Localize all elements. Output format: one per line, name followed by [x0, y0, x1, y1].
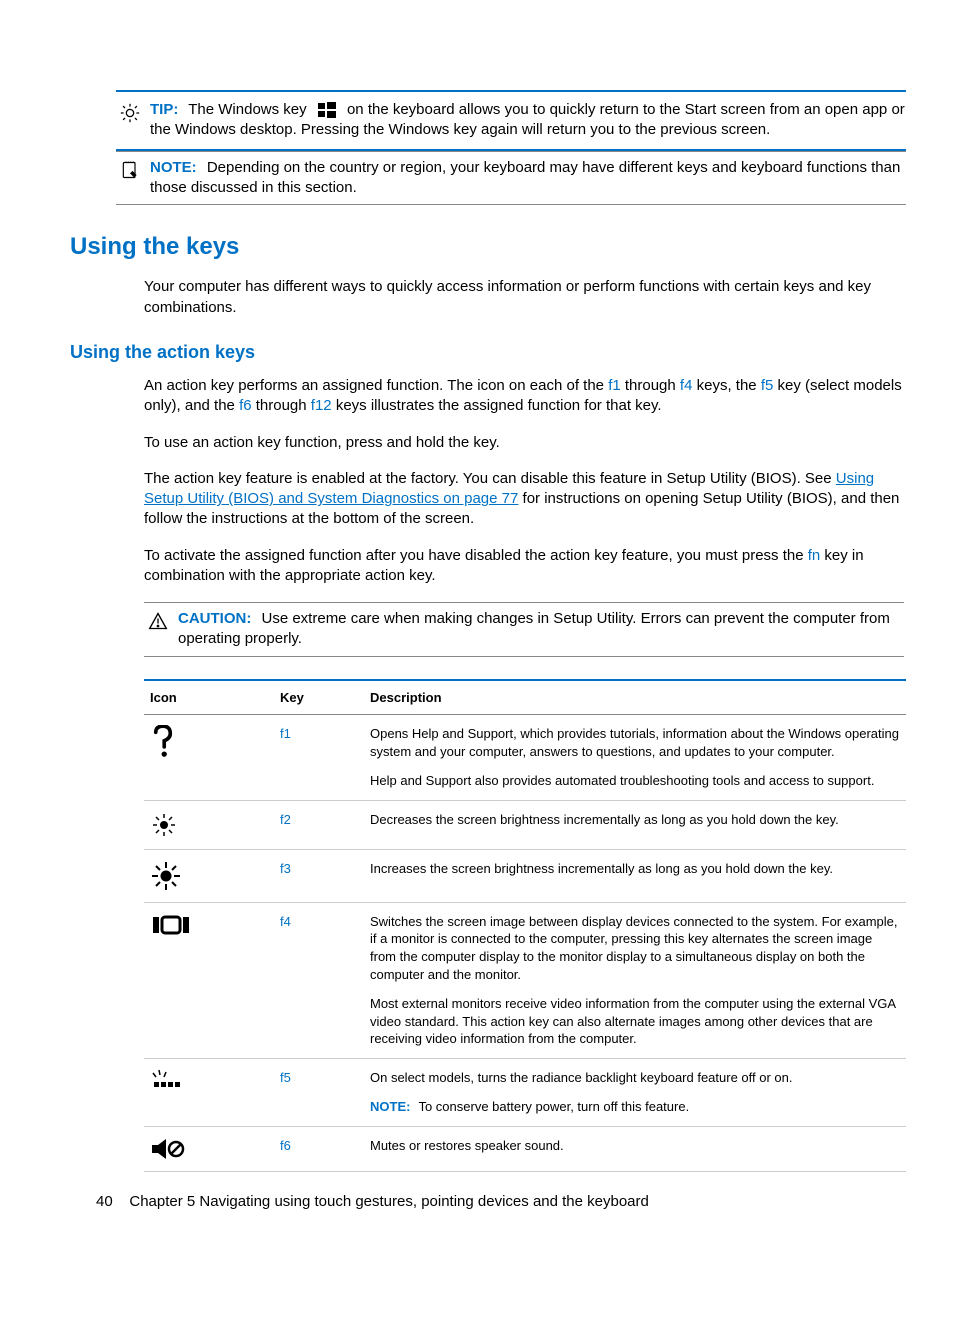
- table-row: f1 Opens Help and Support, which provides…: [144, 715, 906, 801]
- table-row: f6 Mutes or restores speaker sound.: [144, 1126, 906, 1171]
- key-f6-link[interactable]: f6: [239, 397, 252, 414]
- table-row: f4 Switches the screen image between disp…: [144, 902, 906, 1058]
- brightness-up-icon: [144, 849, 274, 902]
- note-text: Depending on the country or region, your…: [150, 159, 900, 196]
- heading-action-keys: Using the action keys: [70, 340, 906, 364]
- chapter-title: Chapter 5 Navigating using touch gesture…: [129, 1193, 649, 1210]
- key-label: f4: [280, 914, 291, 929]
- mute-icon: [144, 1126, 274, 1171]
- desc-text: Increases the screen brightness incremen…: [370, 860, 900, 878]
- key-label: f6: [280, 1138, 291, 1153]
- caution-body: CAUTION: Use extreme care when making ch…: [178, 609, 904, 650]
- desc-cell: Opens Help and Support, which provides t…: [364, 715, 906, 801]
- key-cell: f6: [274, 1126, 364, 1171]
- tip-callout: TIP: The Windows key on the keyboard all…: [116, 90, 906, 151]
- key-f5-link[interactable]: f5: [761, 377, 774, 394]
- desc-text: On select models, turns the radiance bac…: [370, 1069, 900, 1087]
- heading-using-keys: Using the keys: [70, 231, 906, 263]
- key-f1-link[interactable]: f1: [608, 377, 621, 394]
- note-label: NOTE:: [150, 159, 197, 176]
- table-row: f2 Decreases the screen brightness increm…: [144, 800, 906, 849]
- caution-text: Use extreme care when making changes in …: [178, 610, 890, 647]
- desc-cell: On select models, turns the radiance bac…: [364, 1058, 906, 1126]
- key-cell: f4: [274, 902, 364, 1058]
- note-inline-label: NOTE:: [370, 1099, 410, 1114]
- key-cell: f5: [274, 1058, 364, 1126]
- desc-cell: Increases the screen brightness incremen…: [364, 849, 906, 902]
- note-body: NOTE: Depending on the country or region…: [150, 158, 906, 199]
- note-callout: NOTE: Depending on the country or region…: [116, 151, 906, 206]
- switch-display-icon: [144, 902, 274, 1058]
- key-cell: f2: [274, 800, 364, 849]
- action-para-2: To use an action key function, press and…: [144, 433, 904, 453]
- page-number: 40: [96, 1193, 113, 1210]
- desc-text: Switches the screen image between displa…: [370, 913, 900, 983]
- th-key: Key: [274, 680, 364, 715]
- table-row: f5 On select models, turns the radiance b…: [144, 1058, 906, 1126]
- action-keys-table: Icon Key Description f1 Opens Help and Su…: [144, 679, 906, 1172]
- desc-text: Opens Help and Support, which provides t…: [370, 725, 900, 760]
- note-icon: [116, 158, 144, 199]
- th-desc: Description: [364, 680, 906, 715]
- key-label: f2: [280, 812, 291, 827]
- tip-text-a: The Windows key: [188, 101, 306, 118]
- tip-label: TIP:: [150, 101, 178, 118]
- key-label: f3: [280, 861, 291, 876]
- desc-cell: Switches the screen image between displa…: [364, 902, 906, 1058]
- key-cell: f1: [274, 715, 364, 801]
- desc-text: Decreases the screen brightness incremen…: [370, 811, 900, 829]
- table-row: f3 Increases the screen brightness increm…: [144, 849, 906, 902]
- key-fn-link[interactable]: fn: [808, 547, 821, 564]
- desc-text: Mutes or restores speaker sound.: [370, 1137, 900, 1155]
- intro-paragraph: Your computer has different ways to quic…: [144, 277, 904, 318]
- note-inline-text: To conserve battery power, turn off this…: [418, 1099, 689, 1114]
- brightness-down-icon: [144, 800, 274, 849]
- windows-key-icon: [317, 101, 337, 119]
- caution-label: CAUTION:: [178, 610, 251, 627]
- desc-cell: Decreases the screen brightness incremen…: [364, 800, 906, 849]
- th-icon: Icon: [144, 680, 274, 715]
- caution-callout: CAUTION: Use extreme care when making ch…: [144, 602, 904, 657]
- desc-note: NOTE: To conserve battery power, turn off…: [370, 1098, 900, 1116]
- key-f12-link[interactable]: f12: [311, 397, 332, 414]
- action-para-1: An action key performs an assigned funct…: [144, 376, 904, 417]
- tip-body: TIP: The Windows key on the keyboard all…: [150, 100, 906, 141]
- desc-text: Help and Support also provides automated…: [370, 772, 900, 790]
- key-f4-link[interactable]: f4: [680, 377, 693, 394]
- desc-cell: Mutes or restores speaker sound.: [364, 1126, 906, 1171]
- action-para-3: The action key feature is enabled at the…: [144, 469, 904, 530]
- tip-icon: [116, 100, 144, 141]
- page-footer: 40 Chapter 5 Navigating using touch gest…: [96, 1192, 649, 1212]
- key-label: f1: [280, 726, 291, 741]
- caution-icon: [144, 609, 172, 650]
- key-label: f5: [280, 1070, 291, 1085]
- desc-text: Most external monitors receive video inf…: [370, 995, 900, 1048]
- action-para-4: To activate the assigned function after …: [144, 546, 904, 587]
- backlight-keyboard-icon: [144, 1058, 274, 1126]
- key-cell: f3: [274, 849, 364, 902]
- help-icon: [144, 715, 274, 801]
